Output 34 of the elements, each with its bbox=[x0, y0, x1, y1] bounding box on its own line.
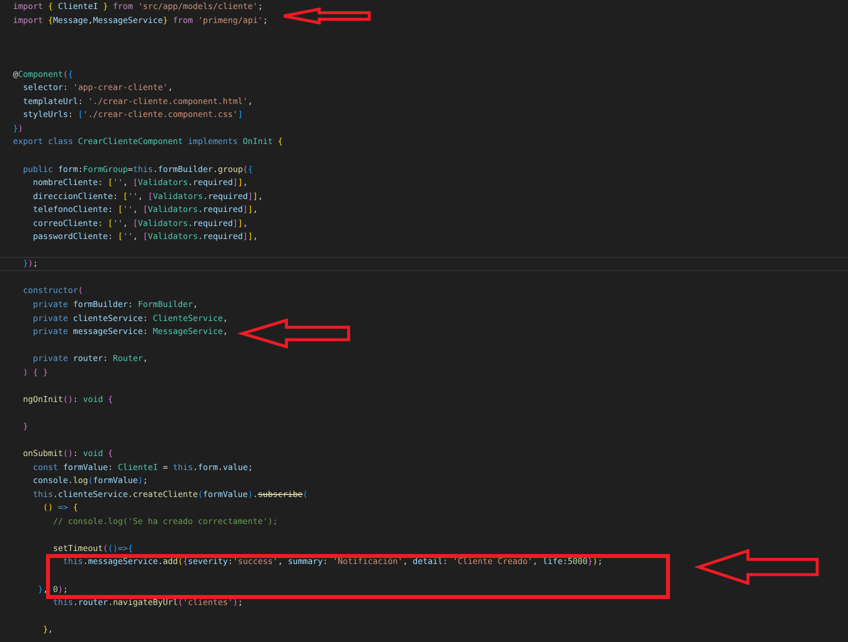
code-line: correoCliente: ['', [Validators.required]], bbox=[32, 216, 248, 230]
code-line: const formValue: ClienteI = this.form.value; bbox=[32, 460, 253, 474]
code-line: @Component({ bbox=[13, 68, 73, 81]
code-line: }) bbox=[13, 122, 23, 135]
code-line: direccionCliente: ['', [Validators.required]], bbox=[32, 190, 263, 203]
code-line: }, bbox=[42, 623, 53, 636]
code-line: constructor( bbox=[22, 284, 83, 298]
code-line: private router: Router, bbox=[32, 352, 148, 366]
code-line: }, 0); bbox=[36, 582, 68, 596]
code-line: private messageService: MessageService, bbox=[32, 325, 228, 338]
code-line: private clienteService: ClienteService, bbox=[32, 312, 228, 325]
code-line: public form:FormGroup=this.formBuilder.group({ bbox=[22, 162, 253, 176]
code-line: import {Message,MessageService} from 'primeng/api'; bbox=[13, 14, 268, 27]
code-line: styleUrls: ['./crear-cliente.component.css'] bbox=[22, 108, 243, 122]
code-line: this.router.navigateByUrl('clientes'); bbox=[52, 596, 243, 610]
code-line: templateUrl: './crear-cliente.component.html', bbox=[22, 94, 253, 108]
code-line: () => { bbox=[42, 501, 78, 514]
code-line: import { ClienteI } from 'src/app/models/cliente'; bbox=[13, 0, 263, 13]
code-line: console.log(formValue); bbox=[32, 474, 148, 488]
code-line: export class CrearClienteComponent implements OnInit { bbox=[13, 135, 283, 148]
code-line: // console.log('Se ha creado correctamente'); bbox=[52, 514, 278, 528]
code-line: passwordCliente: ['', [Validators.required]], bbox=[32, 230, 258, 244]
code-line: }); bbox=[0, 257, 848, 271]
code-line: telefonoCliente: ['', [Validators.required]], bbox=[32, 203, 258, 216]
code-line: } bbox=[22, 420, 28, 433]
code-line: ngOnInit(): void { bbox=[22, 392, 113, 406]
code-line: ) { } bbox=[22, 366, 48, 379]
code-line: setTimeout(()=>{ bbox=[52, 542, 133, 555]
code-line: onSubmit(): void { bbox=[22, 447, 113, 460]
code-line: this.clienteService.createCliente(formValue).subscribe( bbox=[32, 488, 308, 501]
code-line: this.messageService.add({severity:'success', summary: 'Notificación', detail: 'Cliente Creado', life:5000}); bbox=[62, 555, 603, 568]
code-line: nombreCliente: ['', [Validators.required]], bbox=[32, 176, 248, 190]
code-line: selector: 'app-crear-cliente', bbox=[22, 81, 173, 94]
code-line: private formBuilder: FormBuilder, bbox=[32, 298, 198, 312]
